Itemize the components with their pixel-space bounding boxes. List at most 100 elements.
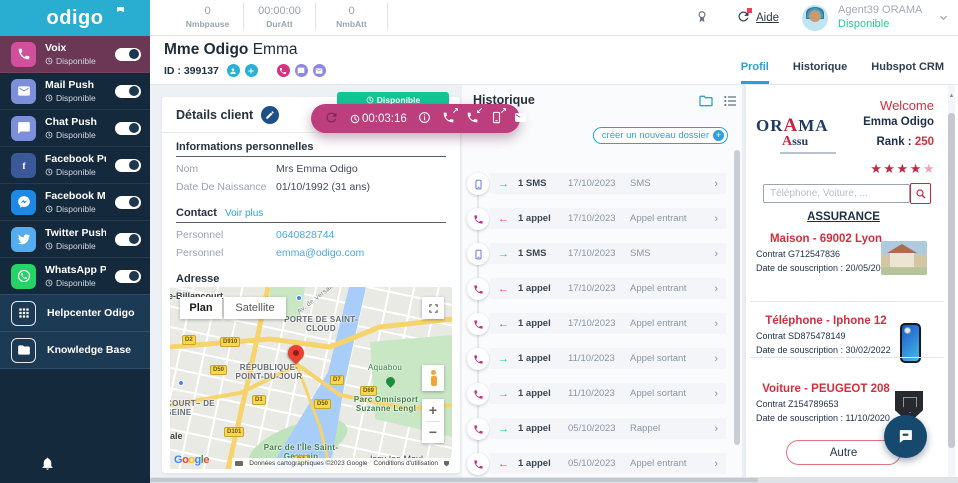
- outgoing-call-icon[interactable]: ↗: [442, 111, 455, 127]
- mail-client-icon[interactable]: [313, 64, 326, 77]
- sidebar-channel-item[interactable]: WhatsApp Push Disponible: [0, 258, 150, 295]
- sidebar-channel-item[interactable]: Voix Disponible: [0, 36, 150, 73]
- history-event-row[interactable]: → 1 SMS 17/10/2023 SMS ›: [490, 173, 726, 194]
- sidebar-channel-item[interactable]: Mail Push Disponible: [0, 73, 150, 110]
- history-event-row[interactable]: ← 1 appel 17/10/2023 Appel entrant ›: [490, 313, 726, 334]
- call-client-icon[interactable]: [277, 64, 290, 77]
- channel-toggle[interactable]: [115, 196, 141, 209]
- sidebar-channel-item[interactable]: Facebook Messen... Disponible: [0, 184, 150, 221]
- horizontal-scrollbar[interactable]: [150, 477, 958, 483]
- help-button[interactable]: Aide: [736, 9, 779, 27]
- help-label[interactable]: Aide: [756, 12, 779, 24]
- channel-toggle[interactable]: [115, 48, 141, 61]
- client-details-card: Détails client Informations personnelles…: [162, 97, 460, 473]
- google-logo[interactable]: Google: [174, 454, 209, 466]
- zoom-in-button[interactable]: +: [429, 400, 437, 421]
- history-event-row[interactable]: ← 1 appel 17/10/2023 Appel entrant ›: [490, 278, 726, 299]
- list-view-icon[interactable]: [722, 93, 738, 112]
- send-sms-icon[interactable]: ↗: [490, 111, 503, 127]
- agent-menu-chevron-icon[interactable]: [938, 12, 949, 23]
- call-refresh-icon[interactable]: [324, 110, 339, 128]
- sidebar-channel-item[interactable]: Twitter Push Disponible: [0, 221, 150, 258]
- incoming-call-icon[interactable]: ↙: [466, 111, 479, 127]
- scrollbar-thumb[interactable]: [150, 478, 758, 482]
- crm-search-button[interactable]: [910, 183, 931, 204]
- tool-icon: [11, 338, 36, 363]
- scrollbar-thumb[interactable]: [948, 113, 955, 448]
- brand-accent: A: [782, 134, 792, 149]
- history-event-row[interactable]: → 1 SMS 17/10/2023 SMS ›: [490, 243, 726, 264]
- event-type: Appel entrant: [630, 458, 708, 469]
- contract-card[interactable]: Téléphone - Iphone 12 Contrat SD87547814…: [746, 315, 941, 355]
- customer-name: Emma Odigo: [863, 116, 934, 128]
- map-label: Aquabou: [368, 363, 428, 372]
- crm-search-input[interactable]: [763, 184, 910, 203]
- report-error-icon[interactable]: [444, 461, 449, 467]
- folder-view-icon[interactable]: [698, 93, 714, 112]
- channel-status: Disponible: [45, 241, 106, 251]
- event-channel-icon: [467, 383, 489, 405]
- send-email-icon[interactable]: [514, 111, 527, 127]
- sidebar-channel-item[interactable]: Chat Push Disponible: [0, 110, 150, 147]
- event-count: 1 appel: [518, 283, 562, 294]
- sidebar-tool-item[interactable]: Knowledge Base: [0, 331, 150, 369]
- event-count: 1 appel: [518, 423, 562, 434]
- channel-toggle[interactable]: [115, 270, 141, 283]
- tab-profil[interactable]: Profil: [741, 55, 769, 84]
- notification-dot: [747, 8, 752, 13]
- chat-fab-button[interactable]: [884, 415, 927, 458]
- map-zoom-controls[interactable]: +−: [422, 399, 444, 443]
- notifications-bell-icon[interactable]: [40, 456, 55, 471]
- chat-client-icon[interactable]: [295, 64, 308, 77]
- event-date: 17/10/2023: [568, 213, 624, 224]
- sidebar-tool-item[interactable]: Helpcenter Odigo: [0, 294, 150, 332]
- history-event-row[interactable]: ← 1 appel 17/10/2023 Appel entrant ›: [490, 208, 726, 229]
- tab-historique[interactable]: Historique: [793, 55, 847, 84]
- scroll-up-arrow-icon[interactable]: ▲: [948, 93, 955, 99]
- sidebar-channel-item[interactable]: Facebook Push Disponible: [0, 147, 150, 184]
- channel-toggle[interactable]: [115, 122, 141, 135]
- map-pegman-button[interactable]: [422, 365, 444, 391]
- field-label: Nom: [176, 163, 276, 175]
- event-date: 05/10/2023: [568, 423, 624, 434]
- client-profile-icon[interactable]: [227, 64, 240, 77]
- agent-avatar[interactable]: [802, 5, 828, 31]
- direction-arrow-icon: →: [498, 388, 512, 400]
- map-fullscreen-button[interactable]: [422, 297, 444, 319]
- other-contract-button[interactable]: Autre: [786, 440, 901, 465]
- zoom-out-button[interactable]: −: [429, 422, 437, 443]
- keyboard-icon[interactable]: [235, 461, 243, 466]
- phone-link[interactable]: 0640828744: [276, 229, 334, 241]
- google-map[interactable]: e-Billancourt Av. de Versailles PORTE DE…: [170, 287, 452, 469]
- award-ribbon-icon[interactable]: [695, 9, 709, 25]
- create-folder-button[interactable]: créer un nouveau dossier +: [593, 127, 728, 144]
- add-client-icon[interactable]: [245, 64, 258, 77]
- history-scrollbar[interactable]: [734, 150, 740, 475]
- terms-link[interactable]: Conditions d'utilisation: [374, 460, 438, 467]
- odigo-logo-bar: odigo: [0, 0, 150, 36]
- plus-icon: +: [713, 130, 724, 141]
- star-icon: ★: [870, 161, 883, 176]
- channel-toggle[interactable]: [115, 85, 141, 98]
- see-more-link[interactable]: Voir plus: [225, 208, 263, 219]
- edit-details-button[interactable]: [261, 106, 279, 124]
- history-event-row[interactable]: → 1 appel 11/10/2023 Appel sortant ›: [490, 383, 726, 404]
- scrollbar-thumb[interactable]: [734, 150, 740, 445]
- call-timer: 00:03:16: [350, 113, 407, 125]
- history-event-row[interactable]: → 1 appel 05/10/2023 Rappel ›: [490, 418, 726, 439]
- event-channel-icon: [467, 173, 489, 195]
- map-satellite-button[interactable]: Satellite: [224, 297, 286, 319]
- contract-card[interactable]: Maison - 69002 Lyon Contrat G712547836 D…: [746, 233, 941, 273]
- history-event-row[interactable]: → 1 appel 11/10/2023 Appel sortant ›: [490, 348, 726, 369]
- channel-toggle[interactable]: [115, 159, 141, 172]
- call-info-icon[interactable]: [418, 111, 431, 127]
- channel-toggle[interactable]: [115, 233, 141, 246]
- history-event-row[interactable]: ← 1 appel 05/10/2023 Appel entrant ›: [490, 453, 726, 474]
- transit-station-icon: [296, 295, 302, 301]
- tab-hubspot-crm[interactable]: Hubspot CRM: [871, 55, 944, 84]
- event-date: 17/10/2023: [568, 318, 624, 329]
- email-link[interactable]: emma@odigo.com: [276, 247, 364, 259]
- map-plan-button[interactable]: Plan: [180, 297, 222, 319]
- call-timer-value: 00:03:16: [362, 113, 407, 125]
- event-type: Appel entrant: [630, 283, 708, 294]
